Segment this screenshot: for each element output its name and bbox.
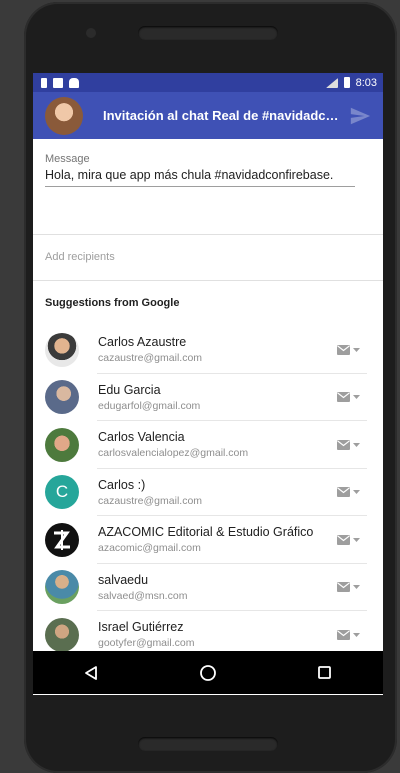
sender-avatar xyxy=(45,96,83,135)
notification-icon xyxy=(53,77,63,88)
contact-item[interactable]: AZACOMIC Editorial & Estudio Gráfico aza… xyxy=(33,516,383,564)
bottom-speaker xyxy=(138,737,278,751)
send-icon[interactable] xyxy=(349,105,371,127)
suggestions-header: Suggestions from Google xyxy=(45,297,180,309)
status-bar: 8:03 xyxy=(33,73,383,92)
contact-email: gootyfer@gmail.com xyxy=(98,637,195,650)
chevron-down-icon xyxy=(353,442,360,447)
contact-email: cazaustre@gmail.com xyxy=(98,352,203,365)
contact-name: AZACOMIC Editorial & Estudio Gráfico xyxy=(98,525,314,540)
contact-name: Carlos Valencia xyxy=(98,430,185,445)
chevron-down-icon xyxy=(353,395,360,400)
contact-item[interactable]: Carlos Azaustre cazaustre@gmail.com xyxy=(33,326,383,374)
contact-action[interactable] xyxy=(337,438,363,452)
chevron-down-icon xyxy=(353,347,360,352)
contact-avatar xyxy=(45,380,79,415)
chevron-down-icon xyxy=(353,490,360,495)
contact-avatar xyxy=(45,522,79,557)
home-button[interactable] xyxy=(188,653,228,693)
contact-avatar xyxy=(45,332,79,367)
contact-name: Carlos :) xyxy=(98,477,146,492)
screen: 8:03 Invitación al chat Real de #navidad… xyxy=(33,73,383,695)
sim-card-icon xyxy=(41,77,47,88)
back-icon xyxy=(85,665,98,680)
contact-avatar xyxy=(45,427,79,462)
contact-name: Edu Garcia xyxy=(98,382,161,397)
android-icon xyxy=(69,77,79,88)
mail-icon xyxy=(337,344,350,355)
signal-icon xyxy=(325,77,338,88)
message-section: Message Hola, mira que app más chula #na… xyxy=(33,139,383,235)
mail-icon xyxy=(337,629,350,640)
home-icon xyxy=(200,664,216,681)
chevron-down-icon xyxy=(353,632,360,637)
mail-icon xyxy=(337,392,350,403)
contact-item[interactable]: C Carlos :) cazaustre@gmail.com xyxy=(33,469,383,517)
contact-email: edugarfol@gmail.com xyxy=(98,399,201,412)
contact-item[interactable]: salvaedu salvaed@msn.com xyxy=(33,564,383,612)
mail-icon xyxy=(337,534,350,545)
contact-item[interactable]: Carlos Valencia carlosvalencialopez@gmai… xyxy=(33,421,383,469)
message-label: Message xyxy=(45,153,90,165)
azacomic-logo-icon xyxy=(54,529,70,550)
recents-button[interactable] xyxy=(305,653,345,693)
top-speaker xyxy=(138,26,278,40)
contact-email: cazaustre@gmail.com xyxy=(98,494,203,507)
contact-action[interactable] xyxy=(337,628,363,642)
status-time: 8:03 xyxy=(355,76,377,89)
message-input[interactable]: Hola, mira que app más chula #navidadcon… xyxy=(45,168,355,187)
contact-avatar-initial: C xyxy=(45,475,79,510)
contact-email: salvaed@msn.com xyxy=(98,589,188,602)
app-bar: Invitación al chat Real de #navidadconfi… xyxy=(33,92,383,139)
mail-icon xyxy=(337,487,350,498)
contact-list: Carlos Azaustre cazaustre@gmail.com Edu … xyxy=(33,326,383,659)
contact-action[interactable] xyxy=(337,533,363,547)
contact-action[interactable] xyxy=(337,390,363,404)
app-bar-title: Invitación al chat Real de #navidadconfi… xyxy=(103,108,339,123)
front-camera xyxy=(86,28,96,38)
recents-icon xyxy=(318,666,332,679)
mail-icon xyxy=(337,582,350,593)
battery-icon xyxy=(343,77,350,88)
chevron-down-icon xyxy=(353,537,360,542)
contact-avatar xyxy=(45,570,79,605)
contact-email: azacomic@gmail.com xyxy=(98,542,201,555)
contact-action[interactable] xyxy=(337,343,363,357)
back-button[interactable] xyxy=(71,653,111,693)
contact-name: Carlos Azaustre xyxy=(98,335,187,350)
contact-name: salvaedu xyxy=(98,572,149,587)
contact-avatar xyxy=(45,617,79,652)
contact-action[interactable] xyxy=(337,485,363,499)
contact-name: Israel Gutiérrez xyxy=(98,620,184,635)
contact-email: carlosvalencialopez@gmail.com xyxy=(98,447,249,460)
navigation-bar xyxy=(33,651,383,694)
mail-icon xyxy=(337,439,350,450)
contact-action[interactable] xyxy=(337,580,363,594)
chevron-down-icon xyxy=(353,585,360,590)
contact-item[interactable]: Edu Garcia edugarfol@gmail.com xyxy=(33,374,383,422)
add-recipients-input[interactable]: Add recipients xyxy=(33,235,383,281)
